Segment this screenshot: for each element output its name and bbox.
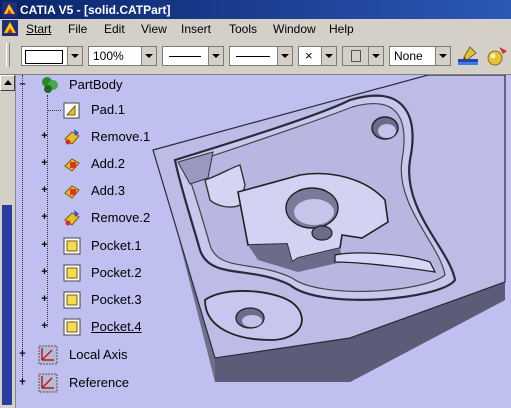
color-swatch	[25, 50, 63, 64]
chevron-down-icon[interactable]	[208, 47, 223, 65]
transparency-combo[interactable]: 100%	[88, 46, 157, 66]
pocket-icon	[63, 264, 81, 282]
chevron-down-icon[interactable]	[368, 47, 383, 65]
pocket-icon	[63, 291, 81, 309]
chevron-down-icon[interactable]	[435, 47, 450, 65]
axis-system-icon	[38, 345, 58, 365]
local-axis-label: Local Axis	[69, 347, 128, 362]
tree-item-remove-2[interactable]: + Remove.2	[40, 208, 220, 228]
tree-node-partbody[interactable]: – PartBody	[16, 75, 216, 95]
expand-icon[interactable]: +	[40, 267, 49, 278]
tree-item-label: Pocket.2	[91, 265, 142, 280]
tree-item-label: Pocket.4	[91, 319, 142, 334]
add-icon	[64, 158, 80, 172]
chevron-down-icon[interactable]	[67, 47, 82, 65]
tree-item-label: Pocket.3	[91, 292, 142, 307]
menu-window[interactable]: Window	[273, 22, 316, 36]
painter-brush-icon[interactable]	[456, 45, 480, 67]
tree-item-add-2[interactable]: + Add.2	[40, 154, 220, 174]
chevron-down-icon[interactable]	[141, 47, 156, 65]
tree-item-pocket-1[interactable]: + Pocket.1	[40, 236, 220, 256]
layer-combo[interactable]: None	[389, 46, 451, 66]
tree-item-label: Remove.2	[91, 210, 151, 225]
expand-icon[interactable]: +	[40, 185, 49, 196]
window-title: CATIA V5 - [solid.CATPart]	[20, 3, 171, 17]
expand-icon[interactable]: +	[40, 131, 49, 142]
expand-icon[interactable]: +	[40, 294, 49, 305]
catia-app-icon[interactable]	[2, 2, 17, 17]
collapse-icon[interactable]: –	[18, 79, 27, 90]
tree-item-label: Pad.1	[91, 102, 125, 117]
partbody-icon	[42, 77, 58, 93]
remove-icon	[64, 210, 80, 226]
tree-item-pocket-3[interactable]: + Pocket.3	[40, 290, 220, 310]
menu-help[interactable]: Help	[329, 22, 354, 36]
menu-start[interactable]: Start	[26, 22, 51, 36]
toolbar-grip[interactable]	[6, 43, 10, 67]
layer-value: None	[394, 49, 423, 63]
tree-item-label: Remove.1	[91, 129, 151, 144]
expand-icon[interactable]: +	[18, 377, 27, 388]
reference-icon	[38, 373, 58, 393]
chevron-down-icon[interactable]	[277, 47, 292, 65]
document-icon[interactable]	[2, 20, 18, 36]
tree-item-label: Add.3	[91, 183, 125, 198]
tree-node-local-axis[interactable]: + Local Axis	[16, 345, 216, 365]
add-icon	[64, 185, 80, 199]
fill-color-combo[interactable]	[21, 46, 83, 66]
chevron-down-icon[interactable]	[321, 47, 336, 65]
menu-view[interactable]: View	[141, 22, 167, 36]
apply-material-icon[interactable]	[485, 45, 509, 67]
specification-tree: – PartBody Pad.1 + Remove.1 + Add.2 + Ad…	[0, 75, 511, 408]
tree-item-remove-1[interactable]: + Remove.1	[40, 127, 220, 147]
remove-icon	[64, 129, 80, 145]
tree-item-pocket-2[interactable]: + Pocket.2	[40, 263, 220, 283]
menu-edit[interactable]: Edit	[104, 22, 125, 36]
line-type-preview	[236, 56, 270, 57]
line-thickness-combo[interactable]	[162, 46, 224, 66]
menu-file[interactable]: File	[68, 22, 87, 36]
menu-bar: Start File Edit View Insert Tools Window…	[0, 19, 511, 38]
pad-icon	[63, 102, 80, 119]
title-bar: CATIA V5 - [solid.CATPart]	[0, 0, 511, 19]
partbody-label: PartBody	[69, 77, 123, 92]
point-symbol: ×	[305, 48, 313, 63]
expand-icon[interactable]: +	[40, 321, 49, 332]
tree-item-label: Add.2	[91, 156, 125, 171]
menu-insert[interactable]: Insert	[181, 22, 211, 36]
line-thickness-preview	[169, 56, 201, 57]
zoom-value: 100%	[93, 49, 124, 63]
rendering-style-icon	[351, 50, 361, 62]
expand-icon[interactable]: +	[40, 240, 49, 251]
tree-node-reference[interactable]: + Reference	[16, 373, 216, 393]
tree-item-label: Pocket.1	[91, 238, 142, 253]
tree-item-pocket-4[interactable]: + Pocket.4	[40, 317, 220, 337]
reference-label: Reference	[69, 375, 129, 390]
tree-connector	[22, 75, 23, 385]
rendering-style-combo[interactable]	[342, 46, 384, 66]
menu-tools[interactable]: Tools	[229, 22, 257, 36]
pocket-icon	[63, 237, 81, 255]
point-symbol-combo[interactable]: ×	[298, 46, 337, 66]
expand-icon[interactable]: +	[40, 158, 49, 169]
pocket-icon	[63, 318, 81, 336]
expand-icon[interactable]: +	[18, 349, 27, 360]
tree-item-add-3[interactable]: + Add.3	[40, 181, 220, 201]
tree-item-pad-1[interactable]: Pad.1	[40, 100, 220, 120]
line-type-combo[interactable]	[229, 46, 293, 66]
expand-icon[interactable]: +	[40, 212, 49, 223]
graphic-properties-toolbar: 100% × None	[0, 38, 511, 75]
